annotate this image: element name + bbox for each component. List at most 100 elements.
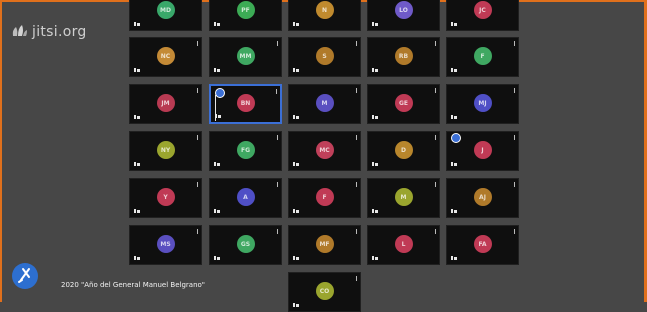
participant-avatar: GE xyxy=(394,94,413,112)
participant-avatar: MS xyxy=(156,235,175,253)
microphone-status-icon xyxy=(214,256,221,260)
participant-avatar: MM xyxy=(236,47,255,65)
participant-tile[interactable]: F xyxy=(288,178,361,218)
participant-avatar: M xyxy=(315,94,334,112)
participant-tile[interactable]: GS xyxy=(209,225,282,265)
raised-hand-icon xyxy=(215,88,225,98)
more-options-icon[interactable] xyxy=(197,135,198,140)
participant-tile[interactable]: A xyxy=(209,178,282,218)
participant-tile[interactable]: CO xyxy=(288,272,361,312)
participant-tile[interactable]: N xyxy=(288,0,361,31)
microphone-status-icon xyxy=(214,68,221,72)
participant-avatar: MJ xyxy=(473,94,492,112)
more-options-icon[interactable] xyxy=(435,182,436,187)
participant-tile[interactable]: MD xyxy=(129,0,202,31)
more-options-icon[interactable] xyxy=(197,41,198,46)
microphone-status-icon xyxy=(372,22,379,26)
microphone-status-icon xyxy=(372,68,379,72)
more-options-icon[interactable] xyxy=(356,135,357,140)
more-options-icon[interactable] xyxy=(356,182,357,187)
more-options-icon[interactable] xyxy=(356,276,357,281)
participant-avatar: JM xyxy=(156,94,175,112)
microphone-status-icon xyxy=(293,115,300,119)
participant-avatar: PF xyxy=(236,1,255,19)
participant-tile[interactable]: BN xyxy=(209,84,282,124)
participant-avatar: S xyxy=(315,47,334,65)
participant-tile[interactable]: NC xyxy=(129,37,202,77)
microphone-status-icon xyxy=(293,68,300,72)
microphone-status-icon xyxy=(372,162,379,166)
more-options-icon[interactable] xyxy=(356,41,357,46)
participant-avatar: N xyxy=(315,1,334,19)
more-options-icon[interactable] xyxy=(435,88,436,93)
more-options-icon[interactable] xyxy=(514,135,515,140)
participant-avatar: D xyxy=(394,141,413,159)
participant-tile[interactable]: MF xyxy=(288,225,361,265)
participant-tile[interactable]: LO xyxy=(367,0,440,31)
microphone-status-icon xyxy=(293,256,300,260)
participant-tile[interactable]: J xyxy=(446,131,519,171)
more-options-icon[interactable] xyxy=(356,88,357,93)
participant-tile[interactable]: FA xyxy=(446,225,519,265)
more-options-icon[interactable] xyxy=(197,182,198,187)
participant-avatar: F xyxy=(473,47,492,65)
microphone-status-icon xyxy=(134,22,141,26)
more-options-icon[interactable] xyxy=(277,229,278,234)
participant-tile[interactable]: Y xyxy=(129,178,202,218)
more-options-icon[interactable] xyxy=(276,89,277,94)
more-options-icon[interactable] xyxy=(277,41,278,46)
microphone-status-icon xyxy=(134,209,141,213)
participant-avatar: JC xyxy=(473,1,492,19)
microphone-status-icon xyxy=(293,162,300,166)
footer-banner-text: 2020 "Año del General Manuel Belgrano" xyxy=(61,281,206,289)
participant-tile[interactable]: PF xyxy=(209,0,282,31)
more-options-icon[interactable] xyxy=(514,182,515,187)
participant-tile[interactable]: F xyxy=(446,37,519,77)
more-options-icon[interactable] xyxy=(514,88,515,93)
participant-avatar: L xyxy=(394,235,413,253)
microphone-status-icon xyxy=(451,115,458,119)
participant-avatar: RB xyxy=(394,47,413,65)
participant-avatar: CO xyxy=(315,282,334,300)
participant-tile[interactable]: MM xyxy=(209,37,282,77)
participant-avatar: GS xyxy=(236,235,255,253)
microphone-status-icon xyxy=(214,22,221,26)
more-options-icon[interactable] xyxy=(435,135,436,140)
participant-tile[interactable]: D xyxy=(367,131,440,171)
more-options-icon[interactable] xyxy=(514,41,515,46)
more-options-icon[interactable] xyxy=(197,88,198,93)
participant-tile[interactable]: L xyxy=(367,225,440,265)
more-options-icon[interactable] xyxy=(356,229,357,234)
participant-tile[interactable]: NY xyxy=(129,131,202,171)
more-options-icon[interactable] xyxy=(435,229,436,234)
participant-tile[interactable]: S xyxy=(288,37,361,77)
participant-tile[interactable]: GE xyxy=(367,84,440,124)
microphone-status-icon xyxy=(293,303,300,307)
more-options-icon[interactable] xyxy=(277,182,278,187)
participant-avatar: AJ xyxy=(473,188,492,206)
microphone-status-icon xyxy=(451,68,458,72)
participant-tile[interactable]: MS xyxy=(129,225,202,265)
participant-avatar: A xyxy=(236,188,255,206)
microphone-status-icon xyxy=(451,22,458,26)
participant-tile[interactable]: MC xyxy=(288,131,361,171)
raised-hand-icon xyxy=(451,133,461,143)
participant-tile[interactable]: AJ xyxy=(446,178,519,218)
microphone-status-icon xyxy=(451,256,458,260)
participant-tile[interactable]: MJ xyxy=(446,84,519,124)
participant-tile[interactable]: JM xyxy=(129,84,202,124)
participant-tile[interactable]: RB xyxy=(367,37,440,77)
more-options-icon[interactable] xyxy=(197,229,198,234)
more-options-icon[interactable] xyxy=(277,135,278,140)
participant-avatar: M xyxy=(394,188,413,206)
participant-tile[interactable]: M xyxy=(367,178,440,218)
more-options-icon[interactable] xyxy=(435,41,436,46)
more-options-icon[interactable] xyxy=(514,229,515,234)
volume-slider[interactable] xyxy=(215,95,216,121)
participant-tile[interactable]: M xyxy=(288,84,361,124)
participant-tile[interactable]: JC xyxy=(446,0,519,31)
participant-tile[interactable]: FG xyxy=(209,131,282,171)
participant-avatar: MF xyxy=(315,235,334,253)
microphone-status-icon xyxy=(134,115,141,119)
toolbox-button[interactable] xyxy=(12,263,38,289)
